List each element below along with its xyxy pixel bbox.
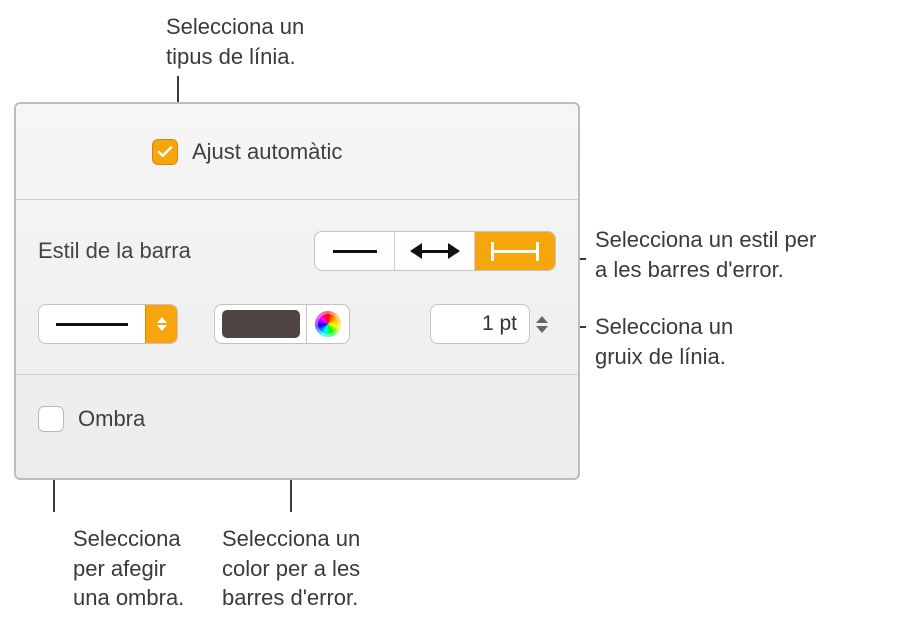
shadow-label: Ombra <box>78 406 145 432</box>
arrow-line-icon <box>412 250 458 253</box>
shadow-checkbox[interactable] <box>38 406 64 432</box>
callout-bar-style: Selecciona un estil per a les barres d'e… <box>595 225 816 284</box>
callout-shadow: Selecciona per afegir una ombra. <box>73 524 184 613</box>
shadow-row: Ombra <box>16 375 578 463</box>
bar-style-option-tee[interactable] <box>475 232 555 270</box>
line-type-popup[interactable] <box>38 304 178 344</box>
tee-line-icon <box>491 250 539 253</box>
color-wheel-button[interactable] <box>306 304 350 344</box>
line-color-well[interactable] <box>214 304 306 344</box>
bar-style-section: Estil de la barra <box>16 200 578 375</box>
callout-line-weight: Selecciona un gruix de línia. <box>595 312 733 371</box>
autofit-checkbox[interactable] <box>152 139 178 165</box>
autofit-label: Ajust automàtic <box>192 139 342 165</box>
autofit-row: Ajust automàtic <box>16 104 578 200</box>
line-color-chip <box>222 310 300 338</box>
callout-line-type: Selecciona un tipus de línia. <box>166 12 304 71</box>
popup-handle-icon <box>145 305 177 343</box>
bar-style-title: Estil de la barra <box>38 238 314 264</box>
chevron-up-icon <box>536 316 548 323</box>
checkmark-icon <box>156 143 174 161</box>
color-wheel-icon <box>315 311 341 337</box>
chevron-down-icon <box>536 326 548 333</box>
line-weight-field[interactable]: 1 pt <box>430 304 530 344</box>
inspector-panel: Ajust automàtic Estil de la barra <box>14 102 580 480</box>
line-type-preview <box>39 323 145 326</box>
bar-style-segmented[interactable] <box>314 231 556 271</box>
line-color-group <box>214 304 350 344</box>
line-weight-group: 1 pt <box>430 304 556 344</box>
bar-style-option-plain[interactable] <box>315 232 395 270</box>
callout-color: Selecciona un color per a les barres d'e… <box>222 524 360 613</box>
bar-style-option-arrow[interactable] <box>395 232 475 270</box>
line-weight-stepper[interactable] <box>536 304 556 344</box>
